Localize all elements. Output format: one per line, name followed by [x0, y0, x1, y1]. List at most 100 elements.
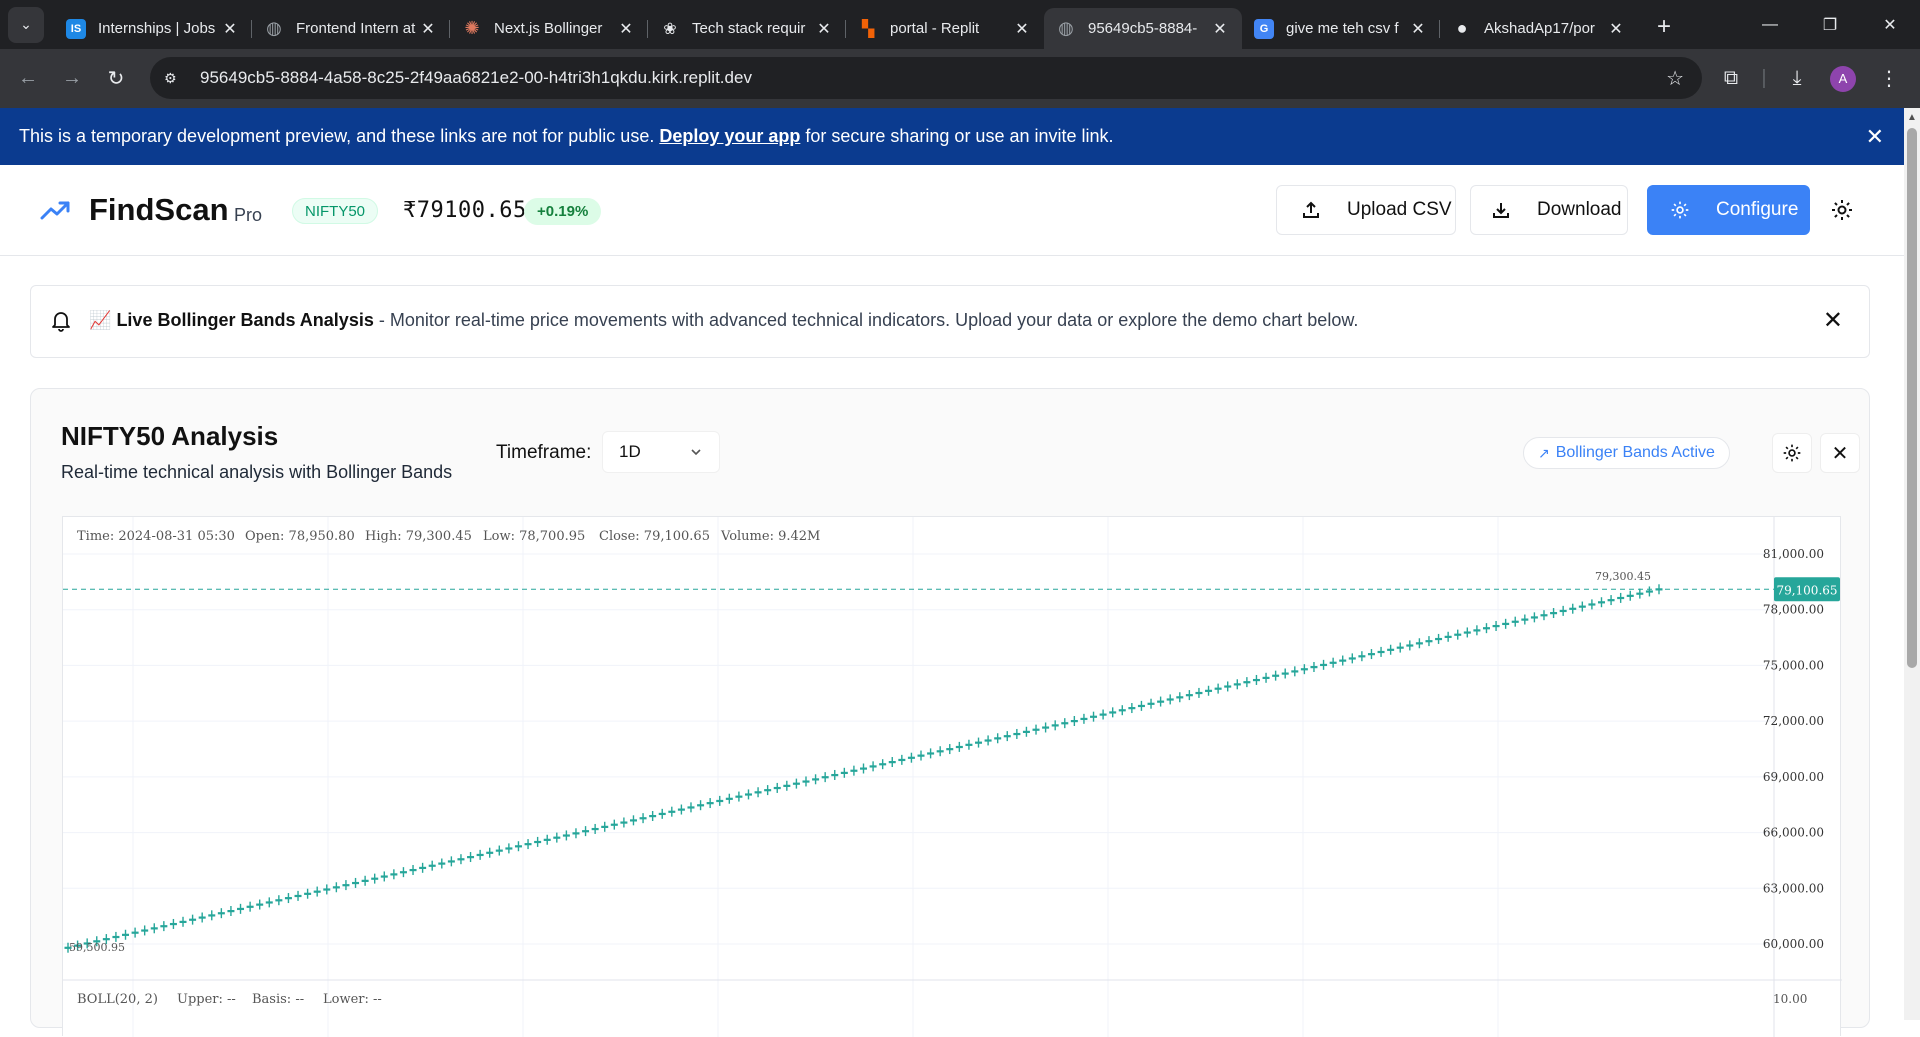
candle-body	[150, 927, 158, 930]
browser-tab[interactable]: ❀ Tech stack requir ✕	[648, 8, 846, 49]
chevron-down-icon: ⌄	[20, 16, 32, 32]
candle-body	[428, 864, 436, 867]
gear-icon[interactable]	[1830, 198, 1854, 222]
candle-body	[1042, 726, 1050, 729]
upload-csv-button[interactable]: Upload CSV	[1276, 185, 1456, 235]
url-bar[interactable]: ⚙ 95649cb5-8884-4a58-8c25-2f49aa6821e2-0…	[150, 57, 1702, 99]
timeframe-select[interactable]: 1D	[602, 431, 720, 473]
chart-settings-button[interactable]	[1772, 433, 1812, 473]
candle-body	[1511, 620, 1519, 623]
info-notice: 📈 Live Bollinger Bands Analysis - Monito…	[30, 285, 1870, 358]
bookmark-star-icon[interactable]: ☆	[1666, 66, 1684, 91]
candle-body	[591, 827, 599, 831]
candle-body	[1387, 648, 1395, 651]
candle-body	[294, 894, 302, 898]
browser-tab[interactable]: ✺ Next.js Bollinger ✕	[450, 8, 648, 49]
back-button[interactable]: ←	[8, 59, 48, 99]
candle-body	[1348, 657, 1356, 660]
browser-tab-title: give me teh csv f	[1286, 20, 1399, 37]
github-favicon-icon: ●	[1456, 18, 1468, 38]
candle-body	[744, 793, 752, 796]
browser-tab[interactable]: ◍ Frontend Intern at ✕	[252, 8, 450, 49]
candle-body	[668, 810, 676, 813]
browser-tab[interactable]: Ggive me teh csv f ✕	[1242, 8, 1440, 49]
tab-close-icon[interactable]: ✕	[616, 19, 636, 39]
candle-body	[102, 938, 110, 941]
candle-body	[706, 802, 714, 805]
scrollbar-thumb[interactable]	[1907, 128, 1917, 668]
candle-body	[275, 899, 283, 902]
window-close-button[interactable]: ✕	[1860, 0, 1920, 49]
candle-body	[1281, 672, 1289, 675]
downloads-icon[interactable]: ⤓	[1774, 67, 1820, 90]
extensions-icon[interactable]: ⧉	[1708, 67, 1754, 90]
configure-button[interactable]: Configure	[1647, 185, 1810, 235]
tab-search-button[interactable]: ⌄	[8, 6, 44, 43]
scroll-up-icon[interactable]: ▲	[1907, 112, 1917, 123]
tab-close-icon[interactable]: ✕	[1408, 19, 1428, 39]
candle-body	[620, 821, 628, 824]
candle-body	[984, 739, 992, 742]
forward-button[interactable]: →	[52, 59, 92, 99]
tab-close-icon[interactable]: ✕	[1012, 19, 1032, 39]
candle-body	[1521, 618, 1529, 621]
browser-tab-title: portal - Replit	[890, 20, 980, 37]
candle-body	[955, 745, 963, 749]
candle-body	[1320, 663, 1328, 667]
price-chart[interactable]: 81,000.00 78,000.00 75,000.00 72,000.00 69,0…	[62, 516, 1842, 1037]
candle-body	[323, 888, 331, 891]
upload-csv-label: Upload CSV	[1347, 199, 1452, 220]
gear-icon	[1783, 444, 1801, 462]
candle-body	[227, 910, 235, 913]
candle-body	[476, 853, 484, 857]
candle-body	[438, 862, 446, 865]
profile-button[interactable]: A	[1820, 65, 1866, 92]
chart-canvas[interactable]: 81,000.00 78,000.00 75,000.00 72,000.00 69,0…	[63, 517, 1842, 1037]
candle-body	[1080, 717, 1088, 721]
tab-close-icon[interactable]: ✕	[814, 19, 834, 39]
tab-close-icon[interactable]: ✕	[220, 19, 240, 39]
candle-body	[917, 754, 925, 757]
candle-body	[1435, 637, 1443, 641]
browser-tab[interactable]: IS Internships | Jobs ✕	[54, 8, 252, 49]
tab-close-icon[interactable]: ✕	[418, 19, 438, 39]
tab-close-icon[interactable]: ✕	[1606, 19, 1626, 39]
candle-body	[1128, 707, 1136, 710]
reload-button[interactable]: ↻	[96, 59, 136, 99]
browser-tab[interactable]: ◍ 95649cb5-8884- ✕	[1044, 8, 1242, 49]
boll-basis: Basis: --	[252, 992, 304, 1007]
candle-body	[1252, 678, 1260, 682]
tab-close-icon[interactable]: ✕	[1210, 19, 1230, 39]
candle-body	[1588, 603, 1596, 606]
candle-body	[246, 905, 254, 908]
chart-close-button[interactable]: ✕	[1820, 433, 1860, 473]
browser-tab[interactable]: ▚ portal - Replit ✕	[846, 8, 1044, 49]
dev-preview-banner: This is a temporary development preview,…	[0, 108, 1904, 165]
candle-body	[1645, 590, 1653, 593]
deploy-app-link[interactable]: Deploy your app	[659, 126, 800, 147]
minimize-button[interactable]: —	[1740, 0, 1800, 49]
new-tab-button[interactable]: +	[1648, 11, 1680, 43]
candle-body	[189, 918, 197, 921]
candle-body	[946, 748, 954, 751]
candle-body	[1070, 719, 1078, 723]
browser-menu-icon[interactable]: ⋮	[1866, 66, 1912, 91]
site-info-icon[interactable]: ⚙	[164, 70, 184, 87]
download-label: Download	[1537, 199, 1622, 220]
candle-body	[1243, 681, 1251, 684]
notice-close-icon[interactable]: ✕	[1823, 306, 1843, 335]
browser-tab[interactable]: ● AkshadAp17/por ✕	[1440, 8, 1638, 49]
candle-body	[1358, 655, 1366, 658]
candle-body	[1329, 661, 1337, 664]
download-button[interactable]: Download	[1470, 185, 1628, 235]
configure-label: Configure	[1716, 199, 1799, 220]
notice-title: Live Bollinger Bands Analysis	[116, 310, 374, 330]
candle-body	[141, 929, 149, 932]
banner-close-icon[interactable]: ✕	[1866, 124, 1884, 150]
y-tick-label: 66,000.00	[1763, 826, 1824, 840]
page-scrollbar[interactable]: ▲	[1904, 108, 1920, 1020]
restore-button[interactable]: ❐	[1800, 0, 1860, 49]
candle-body	[208, 914, 216, 917]
candle-body	[697, 804, 705, 807]
candle-body	[179, 920, 187, 924]
